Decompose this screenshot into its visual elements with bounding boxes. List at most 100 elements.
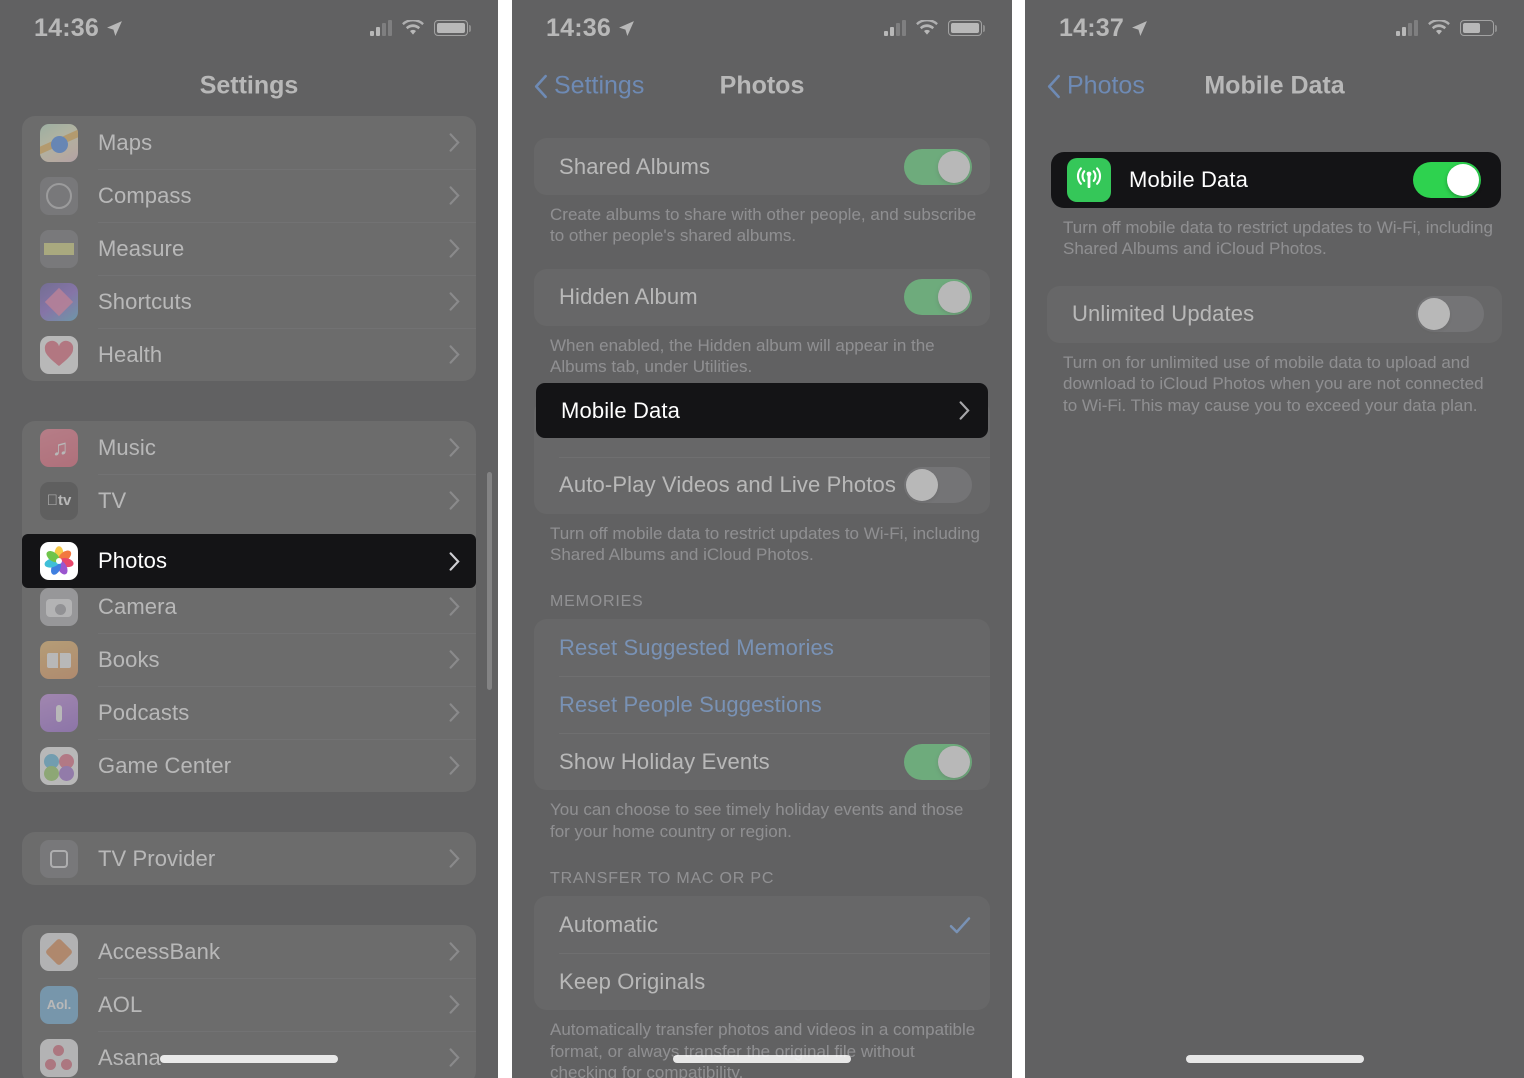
row-unlimited-updates[interactable]: Unlimited Updates — [1047, 286, 1502, 343]
podcasts-app-icon — [40, 693, 78, 732]
row-label: Maps — [98, 129, 153, 155]
status-time: 14:37 — [1059, 13, 1124, 42]
row-keep-originals[interactable]: Keep Originals — [534, 953, 990, 1010]
cellular-bars-icon — [884, 20, 906, 36]
row-label: Books — [98, 646, 160, 672]
unlimited-updates-toggle[interactable] — [1416, 296, 1484, 333]
row-label: Reset Suggested Memories — [559, 634, 835, 660]
settings-scroll-area[interactable]: Maps Compass Measure Shortcuts Health ♫ … — [0, 116, 498, 1078]
measure-app-icon — [40, 229, 78, 268]
sidebar-item-compass[interactable]: Compass — [22, 169, 476, 222]
row-label: Compass — [98, 182, 192, 208]
aol-app-icon: Aol. — [40, 985, 78, 1024]
status-bar-right — [1396, 19, 1497, 37]
section-header-memories: MEMORIES — [550, 593, 644, 611]
group-separator — [0, 792, 498, 832]
chevron-right-icon — [449, 597, 460, 616]
sidebar-item-measure[interactable]: Measure — [22, 222, 476, 275]
row-reset-suggested-memories[interactable]: Reset Suggested Memories — [534, 619, 990, 676]
show-holiday-events-toggle[interactable] — [904, 743, 972, 780]
chevron-right-icon — [449, 756, 460, 775]
row-label: Shortcuts — [98, 288, 192, 314]
row-shared-albums[interactable]: Shared Albums — [534, 138, 990, 195]
page-title: Settings — [199, 71, 299, 100]
row-show-holiday-events[interactable]: Show Holiday Events — [534, 733, 990, 790]
row-label: Reset People Suggestions — [559, 691, 822, 717]
status-bar-left: 14:36 — [34, 14, 123, 43]
chevron-right-icon — [449, 995, 460, 1014]
row-auto-play-videos[interactable]: Auto-Play Videos and Live Photos — [534, 456, 990, 514]
three-panel-screenshot: 14:36 Settings Maps Compass Measure Shor… — [0, 0, 1524, 1078]
photos-app-icon — [40, 542, 78, 580]
nav-bar: Settings Photos — [512, 56, 1012, 116]
compass-app-icon — [40, 176, 78, 215]
status-bar-left: 14:36 — [546, 14, 635, 43]
sidebar-item-photos[interactable]: Photos — [22, 534, 476, 588]
status-bar-right — [884, 19, 985, 37]
sidebar-item-shortcuts[interactable]: Shortcuts — [22, 275, 476, 328]
group-separator — [0, 885, 498, 925]
maps-app-icon — [40, 123, 78, 162]
location-arrow-icon — [1132, 20, 1147, 36]
footnote-mobile-data: Turn off mobile data to restrict updates… — [550, 523, 980, 565]
mobile-data-toggle[interactable] — [1413, 162, 1481, 198]
nav-bar: Settings — [0, 56, 498, 116]
settings-group-media: ♫ Music tv TV Photos Camera — [22, 421, 476, 792]
photos-settings-scroll-area[interactable]: Shared Albums Create albums to share wit… — [512, 116, 1012, 1078]
row-label: Measure — [98, 235, 185, 261]
panel-settings-list: 14:36 Settings Maps Compass Measure Shor… — [0, 0, 498, 1078]
home-indicator — [673, 1055, 851, 1063]
cellular-bars-icon — [1396, 20, 1418, 36]
cellular-bars-icon — [370, 20, 392, 36]
chevron-right-icon — [449, 849, 460, 868]
row-label: AOL — [98, 991, 143, 1017]
settings-group-utilities: Maps Compass Measure Shortcuts Health — [22, 116, 476, 381]
row-label: AccessBank — [98, 938, 221, 964]
chevron-right-icon — [449, 292, 460, 311]
shortcuts-app-icon — [40, 282, 78, 321]
sidebar-item-game-center[interactable]: Game Center — [22, 739, 476, 792]
section-hidden-album: Hidden Album — [534, 268, 990, 326]
sidebar-item-music[interactable]: ♫ Music — [22, 421, 476, 474]
chevron-right-icon — [449, 551, 460, 571]
status-bar: 14:36 — [512, 0, 1012, 56]
status-time: 14:36 — [34, 13, 99, 42]
sidebar-item-tv[interactable]: tv TV — [22, 474, 476, 527]
panel-mobile-data-settings: 14:37 Photos Mobile Data Turn off mobile… — [1025, 0, 1524, 1078]
sidebar-item-health[interactable]: Health — [22, 328, 476, 381]
section-transfer: Automatic Keep Originals — [534, 896, 990, 1011]
hidden-album-toggle[interactable] — [904, 279, 972, 316]
chevron-right-icon — [449, 491, 460, 510]
row-label: Podcasts — [98, 699, 190, 725]
row-label: Game Center — [98, 752, 232, 778]
section-memories: Reset Suggested Memories Reset People Su… — [534, 619, 990, 791]
location-arrow-icon — [619, 20, 634, 36]
auto-play-toggle[interactable] — [904, 467, 972, 504]
row-hidden-album[interactable]: Hidden Album — [534, 269, 990, 326]
sidebar-item-accessbank[interactable]: AccessBank — [22, 925, 476, 978]
sidebar-item-aol[interactable]: Aol. AOL — [22, 978, 476, 1031]
section-unlimited-updates: Unlimited Updates — [1047, 285, 1502, 343]
sidebar-item-books[interactable]: Books — [22, 633, 476, 686]
row-label: Show Holiday Events — [559, 748, 770, 774]
row-label: Shared Albums — [559, 153, 711, 179]
chevron-right-icon — [449, 345, 460, 364]
sidebar-item-tv-provider[interactable]: TV Provider — [22, 832, 476, 885]
chevron-right-icon — [449, 1048, 460, 1067]
sidebar-item-podcasts[interactable]: Podcasts — [22, 686, 476, 739]
accessbank-app-icon — [40, 932, 78, 971]
footnote-transfer: Automatically transfer photos and videos… — [550, 1020, 976, 1078]
row-mobile-data-master[interactable]: Mobile Data — [1051, 152, 1501, 208]
cellular-signal-icon — [1067, 158, 1111, 202]
mobile-data-scroll-area[interactable]: Mobile Data Turn off mobile data to rest… — [1025, 116, 1524, 1078]
chevron-right-icon — [449, 942, 460, 961]
row-mobile-data[interactable]: Mobile Data — [536, 383, 988, 438]
status-bar: 14:37 — [1025, 0, 1524, 56]
row-label: Automatic — [559, 911, 659, 937]
shared-albums-toggle[interactable] — [904, 148, 972, 185]
sidebar-item-maps[interactable]: Maps — [22, 116, 476, 169]
battery-icon — [1460, 20, 1497, 36]
row-reset-people-suggestions[interactable]: Reset People Suggestions — [534, 676, 990, 733]
row-automatic[interactable]: Automatic — [534, 896, 990, 953]
vertical-scrollbar[interactable] — [487, 472, 492, 690]
